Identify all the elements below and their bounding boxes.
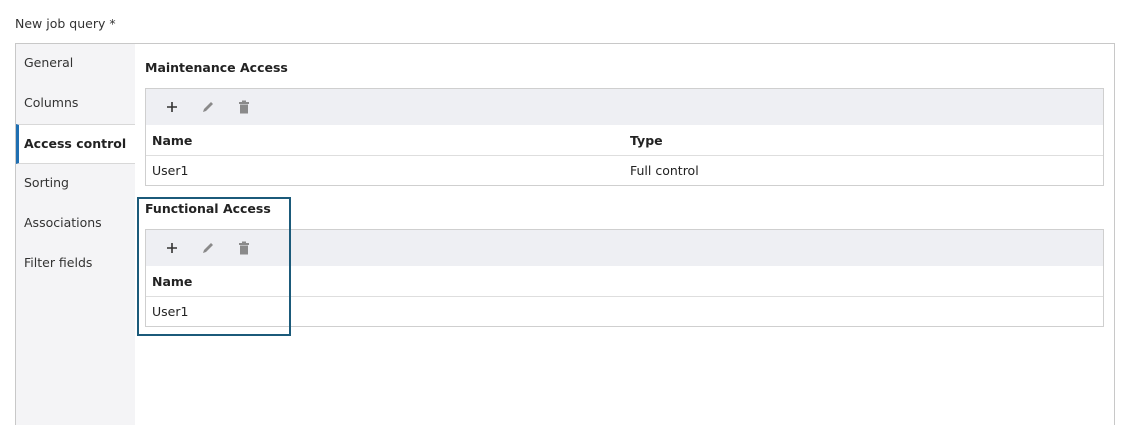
- cell-type: Full control: [630, 163, 699, 178]
- edit-button[interactable]: [192, 234, 224, 262]
- sidebar-item-sorting[interactable]: Sorting: [16, 164, 135, 204]
- table-row[interactable]: User1: [146, 296, 1103, 326]
- functional-access-grid: Name User1: [145, 229, 1104, 327]
- add-button[interactable]: [156, 93, 188, 121]
- sidebar-item-columns[interactable]: Columns: [16, 84, 135, 124]
- cell-name: User1: [152, 304, 189, 319]
- table-row[interactable]: User1 Full control: [146, 155, 1103, 185]
- trash-icon: [239, 241, 249, 255]
- functional-access-title: Functional Access: [145, 201, 271, 216]
- plus-icon: [167, 243, 177, 253]
- job-query-panel: General Columns Access control Sorting A…: [15, 43, 1115, 425]
- column-header-type[interactable]: Type: [630, 133, 1103, 148]
- sidebar-item-general[interactable]: General: [16, 44, 135, 84]
- pencil-icon: [203, 102, 213, 112]
- trash-icon: [239, 100, 249, 114]
- table-header-row: Name Type: [146, 125, 1103, 155]
- sidebar: General Columns Access control Sorting A…: [16, 44, 135, 425]
- functional-toolbar: [146, 230, 1103, 266]
- add-button[interactable]: [156, 234, 188, 262]
- edit-button[interactable]: [192, 93, 224, 121]
- pencil-icon: [203, 243, 213, 253]
- plus-icon: [167, 102, 177, 112]
- cell-name: User1: [152, 163, 189, 178]
- maintenance-access-title: Maintenance Access: [145, 60, 288, 75]
- delete-button[interactable]: [228, 93, 260, 121]
- page-title: New job query *: [15, 16, 116, 31]
- sidebar-item-associations[interactable]: Associations: [16, 204, 135, 244]
- sidebar-item-access-control[interactable]: Access control: [16, 124, 135, 164]
- sidebar-item-filter-fields[interactable]: Filter fields: [16, 244, 135, 284]
- content-area: Maintenance Access Name Type User1 Full …: [135, 44, 1114, 425]
- table-header-row: Name: [146, 266, 1103, 296]
- column-header-name[interactable]: Name: [152, 274, 630, 289]
- delete-button[interactable]: [228, 234, 260, 262]
- maintenance-toolbar: [146, 89, 1103, 125]
- column-header-name[interactable]: Name: [152, 133, 630, 148]
- maintenance-access-grid: Name Type User1 Full control: [145, 88, 1104, 186]
